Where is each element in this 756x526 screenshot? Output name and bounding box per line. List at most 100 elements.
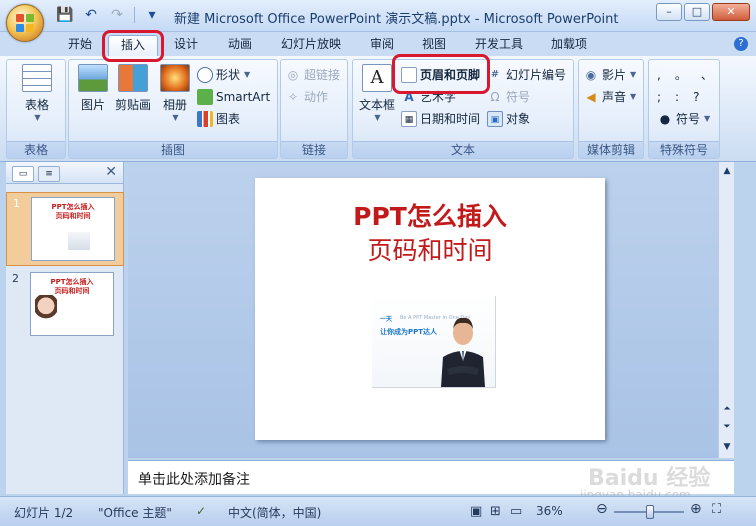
close-panel-icon[interactable]: ✕ xyxy=(105,164,117,180)
clipart-label: 剪贴画 xyxy=(114,98,151,112)
clipart-button[interactable]: 剪贴画 xyxy=(113,64,153,113)
album-label: 相册 xyxy=(162,98,187,112)
picture-label: 图片 xyxy=(80,98,105,112)
tab-addins[interactable]: 加载项 xyxy=(544,35,594,56)
zoom-out-icon[interactable]: ⊖ xyxy=(596,501,608,517)
maximize-button[interactable]: □ xyxy=(684,3,710,21)
tab-animation[interactable]: 动画 xyxy=(220,35,260,56)
wordart-label: 艺术字 xyxy=(420,90,457,104)
scroll-up-icon[interactable]: ▲ xyxy=(720,164,734,178)
wordart-button[interactable]: A 艺术字 xyxy=(401,88,456,106)
movie-dropdown-icon: ▼ xyxy=(630,70,637,79)
language-indicator[interactable]: 中文(简体，中国) xyxy=(228,504,321,521)
spellcheck-icon[interactable]: ✓ xyxy=(196,504,206,518)
slide-number-label: 幻灯片编号 xyxy=(506,68,567,82)
sound-label: 声音 xyxy=(602,90,627,104)
zoom-level[interactable]: 36% xyxy=(536,504,563,518)
object-label: 对象 xyxy=(506,112,531,126)
slide-title[interactable]: PPT怎么插入 页码和时间 xyxy=(255,200,605,268)
object-button[interactable]: ▣ 对象 xyxy=(487,110,530,128)
glyph-semicolon[interactable]: ; xyxy=(657,88,661,106)
slide-editing-area: PPT怎么插入 页码和时间 一天 Be A PPT Master in One … xyxy=(128,162,734,458)
smartart-button[interactable]: SmartArt xyxy=(197,88,270,106)
redo-icon[interactable]: ↷ xyxy=(108,6,126,24)
hyperlink-button[interactable]: ◎ 超链接 xyxy=(285,66,340,84)
thumb-photo-2 xyxy=(35,295,57,331)
slide-sorter-icon[interactable]: ⊞ xyxy=(490,504,501,519)
group-table-label: 表格 xyxy=(7,141,65,158)
notes-pane[interactable]: 单击此处添加备注 xyxy=(128,460,734,494)
zoom-in-icon[interactable]: ⊕ xyxy=(690,501,702,517)
customize-qa-icon[interactable]: ▾ xyxy=(143,6,161,24)
symbol-label: 符号 xyxy=(506,90,531,104)
current-slide[interactable]: PPT怎么插入 页码和时间 一天 Be A PPT Master in One … xyxy=(255,178,605,440)
slide-counter: 幻灯片 1/2 xyxy=(14,506,74,520)
textbox-button[interactable]: A 文本框 ▼ xyxy=(357,64,397,122)
previous-slide-icon[interactable]: ⏶ xyxy=(720,402,734,416)
chart-icon xyxy=(197,111,213,127)
picture-button[interactable]: 图片 xyxy=(75,64,111,113)
table-button[interactable]: 表格 ▼ xyxy=(17,64,57,122)
tab-developer[interactable]: 开发工具 xyxy=(468,35,530,56)
tab-slideshow[interactable]: 幻灯片放映 xyxy=(274,35,348,56)
scroll-down-icon[interactable]: ▼ xyxy=(720,440,734,454)
slides-tab-icon[interactable]: ▭ xyxy=(12,166,34,182)
office-button[interactable] xyxy=(6,4,44,42)
zoom-slider-thumb[interactable] xyxy=(646,505,654,519)
slide-thumbnail-1[interactable]: 1 PPT怎么插入 页码和时间 xyxy=(6,192,124,266)
shapes-button[interactable]: 形状 ▼ xyxy=(197,66,250,84)
group-media: ◉ 影片 ▼ ◀ 声音 ▼ 媒体剪辑 xyxy=(578,59,644,159)
vertical-scrollbar[interactable]: ▲ ⏶ ⏷ ▼ xyxy=(718,162,734,458)
tab-home[interactable]: 开始 xyxy=(60,35,100,56)
symbol-button[interactable]: Ω 符号 xyxy=(487,88,530,106)
header-footer-button[interactable]: 页眉和页脚 xyxy=(401,66,480,84)
notes-placeholder: 单击此处添加备注 xyxy=(138,472,250,488)
glyph-comma[interactable]: , xyxy=(657,66,661,84)
wordart-icon: A xyxy=(404,90,414,104)
movie-button[interactable]: ◉ 影片 ▼ xyxy=(583,66,636,84)
fit-to-window-icon[interactable]: ⛶ xyxy=(712,502,721,517)
punct-row-2: ; : ? xyxy=(657,88,699,106)
next-slide-icon[interactable]: ⏷ xyxy=(720,420,734,434)
slide-thumb-image-1: PPT怎么插入 页码和时间 xyxy=(31,197,115,261)
minimize-button[interactable]: – xyxy=(656,3,682,21)
picture-icon xyxy=(78,64,108,92)
help-icon[interactable]: ? xyxy=(734,37,748,51)
slide-thumbnail-2[interactable]: 2 PPT怎么插入 页码和时间 xyxy=(6,268,124,342)
glyph-period[interactable]: 。 xyxy=(675,66,687,84)
theme-name[interactable]: "Office 主题" xyxy=(98,504,172,521)
outline-tab-icon[interactable]: ≡ xyxy=(38,166,60,182)
album-button[interactable]: 相册 ▼ xyxy=(157,64,193,122)
tab-review[interactable]: 审阅 xyxy=(362,35,402,56)
special-symbol-label: 符号 xyxy=(676,112,701,126)
office-logo-icon xyxy=(16,14,34,32)
normal-view-icon[interactable]: ▣ xyxy=(470,504,482,519)
special-symbol-button[interactable]: ● 符号 ▼ xyxy=(657,110,710,128)
datetime-button[interactable]: ▦ 日期和时间 xyxy=(401,110,480,128)
calendar-icon: ▦ xyxy=(401,111,417,127)
group-text: A 文本框 ▼ 页眉和页脚 A 艺术字 ▦ 日期和时间 # 幻灯片编号 Ω 符号… xyxy=(352,59,574,159)
album-icon xyxy=(160,64,190,92)
group-media-label: 媒体剪辑 xyxy=(579,141,643,158)
slideshow-view-icon[interactable]: ▭ xyxy=(510,504,522,519)
action-button[interactable]: ✧ 动作 xyxy=(285,88,328,106)
close-button[interactable]: ✕ xyxy=(712,3,750,21)
glyph-question[interactable]: ? xyxy=(693,88,699,106)
glyph-dunhao[interactable]: 、 xyxy=(701,66,713,84)
tab-view[interactable]: 视图 xyxy=(414,35,454,56)
tab-insert[interactable]: 插入 xyxy=(108,35,158,56)
shapes-dropdown-icon: ▼ xyxy=(244,70,251,79)
undo-icon[interactable]: ↶ xyxy=(82,6,100,24)
action-label: 动作 xyxy=(304,90,329,104)
smartart-icon xyxy=(197,89,213,105)
group-text-label: 文本 xyxy=(353,141,573,158)
glyph-colon[interactable]: : xyxy=(675,88,679,106)
tab-design[interactable]: 设计 xyxy=(166,35,206,56)
slide-title-line2: 页码和时间 xyxy=(367,236,493,265)
slide-thumb-image-2: PPT怎么插入 页码和时间 xyxy=(30,272,114,336)
save-icon[interactable]: 💾 xyxy=(56,6,74,24)
chart-button[interactable]: 图表 xyxy=(197,110,240,128)
slide-number-button[interactable]: # 幻灯片编号 xyxy=(487,66,566,84)
slide-picture[interactable]: 一天 Be A PPT Master in One Day 让你成为PPT达人 xyxy=(372,296,496,388)
sound-button[interactable]: ◀ 声音 ▼ xyxy=(583,88,636,106)
